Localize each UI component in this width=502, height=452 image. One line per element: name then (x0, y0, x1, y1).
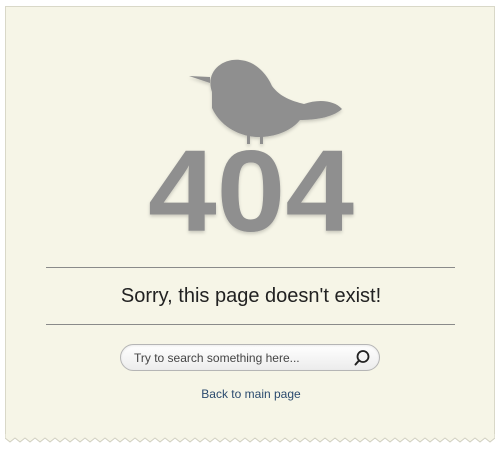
search-input[interactable] (134, 348, 344, 367)
divider-bottom (46, 324, 455, 325)
divider-top (46, 267, 455, 268)
torn-edge (5, 434, 495, 443)
search-icon (354, 350, 370, 366)
error-message: Sorry, this page doesn't exist! (120, 285, 382, 307)
search-button[interactable] (353, 349, 371, 367)
error-illustration: 404 (148, 59, 354, 256)
back-to-main-link[interactable]: Back to main page (0, 386, 502, 402)
search-box (120, 344, 380, 371)
error-code: 404 (148, 126, 354, 256)
